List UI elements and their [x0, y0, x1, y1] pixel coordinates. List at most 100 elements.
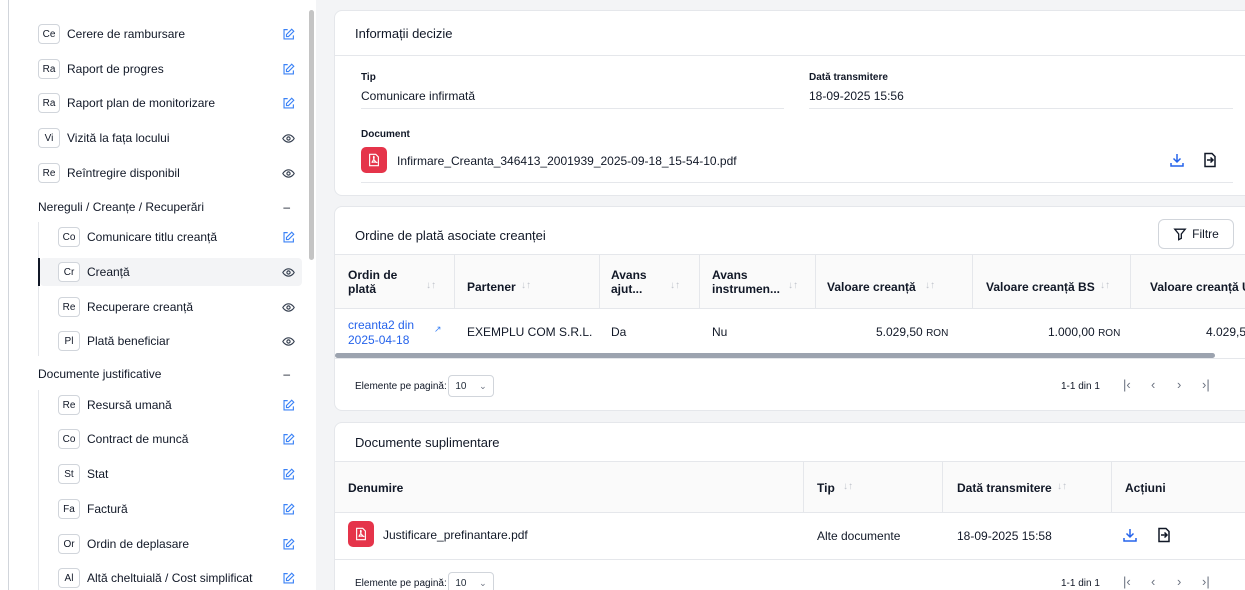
- edit-icon[interactable]: [280, 466, 296, 482]
- document-name[interactable]: Infirmare_Creanta_346413_2001939_2025-09…: [397, 154, 737, 168]
- sidebar-item-raport-monitorizare[interactable]: Ra Raport plan de monitorizare: [30, 89, 300, 117]
- sort-icon[interactable]: ↓↑: [788, 280, 798, 291]
- sort-icon[interactable]: ↓↑: [670, 280, 680, 291]
- open-file-icon[interactable]: [1201, 151, 1219, 169]
- avans-instr-cell: Nu: [712, 325, 728, 339]
- divider: [335, 461, 1245, 462]
- edit-icon[interactable]: [280, 61, 296, 77]
- col-divider: [942, 461, 943, 512]
- sidebar-item-ordin-deplasare[interactable]: Or Ordin de deplasare: [50, 530, 300, 558]
- edit-icon[interactable]: [280, 397, 296, 413]
- sort-icon[interactable]: ↓↑: [1100, 280, 1110, 291]
- item-badge: Co: [58, 227, 80, 247]
- col-actiuni[interactable]: Acțiuni: [1125, 481, 1166, 495]
- edit-icon[interactable]: [280, 431, 296, 447]
- edit-icon[interactable]: [280, 229, 296, 245]
- first-page-icon[interactable]: |‹: [1123, 574, 1131, 589]
- sort-icon[interactable]: ↓↑: [521, 280, 531, 291]
- sidebar-item-label: Resursă umană: [87, 398, 172, 412]
- edit-icon[interactable]: [280, 536, 296, 552]
- col-avans-ajut[interactable]: Avans ajut...: [611, 268, 657, 296]
- item-badge: Re: [58, 297, 80, 317]
- sort-icon[interactable]: ↓↑: [1057, 481, 1067, 492]
- per-page-value: 10: [455, 380, 467, 392]
- sort-icon[interactable]: ↓↑: [925, 280, 935, 291]
- last-page-icon[interactable]: ›|: [1202, 377, 1210, 392]
- edit-icon[interactable]: [280, 26, 296, 42]
- col-tip[interactable]: Tip: [817, 481, 835, 495]
- amount: 5.029,50: [876, 325, 923, 339]
- item-badge: Al: [58, 568, 80, 588]
- download-icon[interactable]: [1121, 526, 1139, 544]
- first-page-icon[interactable]: |‹: [1123, 377, 1131, 392]
- open-file-icon[interactable]: [1155, 526, 1173, 544]
- document-name[interactable]: Justificare_prefinantare.pdf: [383, 528, 528, 542]
- next-page-icon[interactable]: ›: [1177, 574, 1181, 589]
- col-divider: [599, 254, 600, 308]
- order-link[interactable]: creanta2 din 2025-04-18: [348, 318, 418, 348]
- per-page-select[interactable]: 10 ⌄: [448, 572, 494, 590]
- download-icon[interactable]: [1168, 151, 1186, 169]
- item-badge: Vi: [38, 128, 60, 148]
- sidebar-item-label: Cerere de rambursare: [67, 27, 186, 41]
- col-data[interactable]: Dată transmitere: [957, 481, 1052, 495]
- sidebar-item-recuperare[interactable]: Re Recuperare creanță: [50, 293, 300, 321]
- col-partener[interactable]: Partener: [467, 280, 516, 294]
- last-page-icon[interactable]: ›|: [1202, 574, 1210, 589]
- sidebar-group-documente[interactable]: Documente justificative –: [38, 360, 300, 388]
- sidebar-group-nereguli[interactable]: Nereguli / Creanțe / Recuperări –: [38, 193, 300, 221]
- item-badge: Pl: [58, 331, 80, 351]
- col-denumire[interactable]: Denumire: [348, 481, 403, 495]
- sidebar-item-contract-munca[interactable]: Co Contract de muncă: [50, 425, 300, 453]
- eye-icon[interactable]: [280, 264, 296, 280]
- document-type: Alte documente: [817, 529, 901, 543]
- eye-icon[interactable]: [280, 333, 296, 349]
- sidebar-item-cerere-rambursare[interactable]: Ce Cerere de rambursare: [30, 20, 300, 48]
- prev-page-icon[interactable]: ‹: [1151, 377, 1155, 392]
- filter-button[interactable]: Filtre: [1158, 219, 1234, 249]
- sort-icon[interactable]: ↓↑: [426, 280, 436, 291]
- valoare-ue-cell: 4.029,5: [1206, 325, 1245, 339]
- sidebar-item-plata-beneficiar[interactable]: Pl Plată beneficiar: [50, 327, 300, 355]
- divider: [335, 254, 1245, 255]
- date-value: 18-09-2025 15:56: [809, 89, 904, 103]
- sidebar-item-factura[interactable]: Fa Factură: [50, 495, 300, 523]
- col-valoare-ue[interactable]: Valoare creanță UE: [1150, 280, 1245, 294]
- col-valoare[interactable]: Valoare creanță: [827, 280, 916, 294]
- per-page-value: 10: [455, 577, 467, 589]
- sidebar-item-alta-cheltuiala[interactable]: Al Altă cheltuială / Cost simplificat: [50, 564, 300, 590]
- sidebar-item-resursa-umana[interactable]: Re Resursă umană: [50, 391, 300, 419]
- sidebar-item-raport-progres[interactable]: Ra Raport de progres: [30, 55, 300, 83]
- external-link-icon[interactable]: ↗: [434, 324, 442, 335]
- col-avans-instr[interactable]: Avans instrumen...: [712, 268, 782, 296]
- sidebar-item-label: Altă cheltuială / Cost simplificat: [87, 571, 253, 585]
- divider: [809, 108, 1233, 109]
- sidebar-item-comunicare-titlu[interactable]: Co Comunicare titlu creanță: [50, 223, 300, 251]
- eye-icon[interactable]: [280, 299, 296, 315]
- sidebar-item-vizita[interactable]: Vi Vizită la fața locului: [30, 124, 300, 152]
- filter-label: Filtre: [1192, 227, 1219, 241]
- sidebar-item-stat[interactable]: St Stat: [50, 460, 300, 488]
- col-ordin[interactable]: Ordin de plată: [348, 268, 408, 296]
- edit-icon[interactable]: [280, 570, 296, 586]
- eye-icon[interactable]: [280, 130, 296, 146]
- collapse-icon[interactable]: –: [283, 367, 290, 381]
- prev-page-icon[interactable]: ‹: [1151, 574, 1155, 589]
- sidebar-item-creanta[interactable]: Cr Creanță: [40, 258, 302, 286]
- per-page-select[interactable]: 10 ⌄: [448, 375, 494, 397]
- sort-icon[interactable]: ↓↑: [843, 481, 853, 492]
- next-page-icon[interactable]: ›: [1177, 377, 1181, 392]
- edit-icon[interactable]: [280, 501, 296, 517]
- item-badge: Co: [58, 429, 80, 449]
- sidebar-item-reintregire[interactable]: Re Reîntregire disponibil: [30, 159, 300, 187]
- edit-icon[interactable]: [280, 95, 296, 111]
- eye-icon[interactable]: [280, 165, 296, 181]
- pagination-range: 1-1 din 1: [1061, 578, 1100, 589]
- col-divider: [803, 461, 804, 512]
- collapse-icon[interactable]: –: [283, 200, 290, 214]
- col-divider: [1111, 461, 1112, 512]
- sidebar-scrollbar[interactable]: [309, 10, 314, 260]
- payment-orders-card: Ordine de plată asociate creanței Filtre…: [334, 206, 1245, 411]
- col-valoare-bs[interactable]: Valoare creanță BS: [986, 280, 1095, 294]
- valoare-bs-cell: 1.000,00 RON: [1048, 325, 1120, 339]
